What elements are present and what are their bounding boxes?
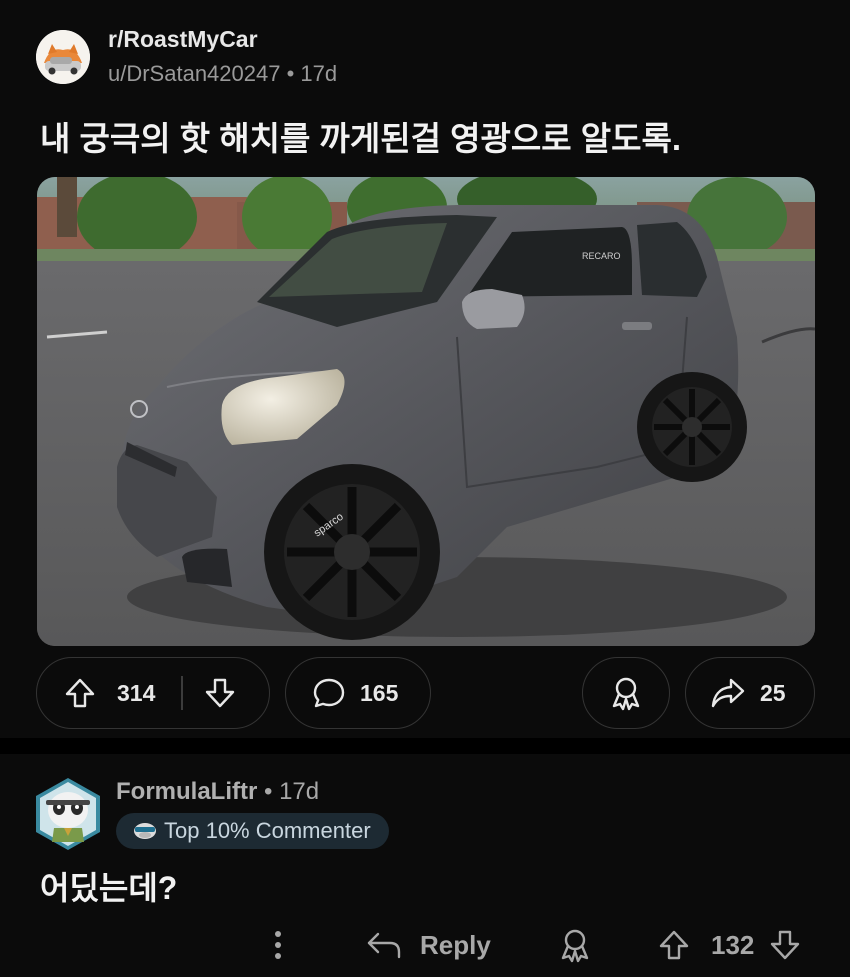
seat-brand-label: RECARO: [582, 251, 621, 261]
post-card: r/RoastMyCar u/DrSatan420247 • 17d 내 궁극의…: [0, 0, 850, 738]
commenter-badge-icon: [132, 821, 158, 841]
vote-divider: [181, 676, 183, 710]
post-meta: u/DrSatan420247 • 17d: [108, 61, 337, 87]
more-vertical-icon: [266, 928, 290, 962]
comment-header: FormulaLiftr • 17d: [116, 778, 319, 806]
reply-label: Reply: [420, 929, 491, 960]
comment-body: 어딨는데?: [40, 870, 178, 906]
comment-count: 165: [360, 679, 399, 706]
downvote-arrow-icon[interactable]: [768, 928, 802, 962]
vote-control: 314: [36, 657, 270, 729]
section-separator: [0, 738, 850, 754]
award-ribbon-icon: [609, 675, 643, 711]
comments-button[interactable]: 165: [285, 657, 431, 729]
comment-time: 17d: [279, 778, 320, 805]
commenter-name[interactable]: FormulaLiftr: [116, 778, 257, 805]
share-count: 25: [760, 679, 786, 706]
upvote-count: 314: [117, 679, 156, 706]
commenter-avatar[interactable]: [32, 776, 104, 852]
post-title[interactable]: 내 궁극의 핫 해치를 까게된걸 영광으로 알도록.: [40, 112, 681, 160]
upvote-arrow-icon[interactable]: [657, 928, 691, 962]
user-flair-badge: Top 10% Commenter: [116, 813, 389, 849]
subreddit-avatar[interactable]: [36, 30, 90, 84]
comment-award-button[interactable]: [558, 920, 592, 970]
comment-vote-count: 132: [711, 929, 755, 960]
flair-label: Top 10% Commenter: [164, 818, 371, 843]
award-ribbon-icon: [558, 927, 592, 963]
award-button[interactable]: [582, 657, 670, 729]
car-photo: sparco RECARO: [37, 177, 815, 646]
share-arrow-icon: [710, 676, 746, 710]
meta-dot: •: [286, 61, 301, 86]
reply-button[interactable]: Reply: [366, 920, 491, 970]
more-options-button[interactable]: [266, 920, 290, 970]
share-button[interactable]: 25: [685, 657, 815, 729]
subreddit-name[interactable]: r/RoastMyCar: [108, 26, 258, 53]
post-image[interactable]: sparco RECARO: [37, 177, 815, 646]
post-time: 17d: [300, 61, 338, 86]
downvote-arrow-icon[interactable]: [203, 676, 237, 710]
upvote-arrow-icon[interactable]: [63, 676, 97, 710]
comment-bubble-icon: [312, 676, 346, 710]
comment-vote-control: 132: [657, 920, 802, 970]
post-author[interactable]: u/DrSatan420247: [108, 61, 280, 86]
reply-arrow-icon: [366, 930, 402, 960]
meta-dot: •: [264, 778, 280, 805]
